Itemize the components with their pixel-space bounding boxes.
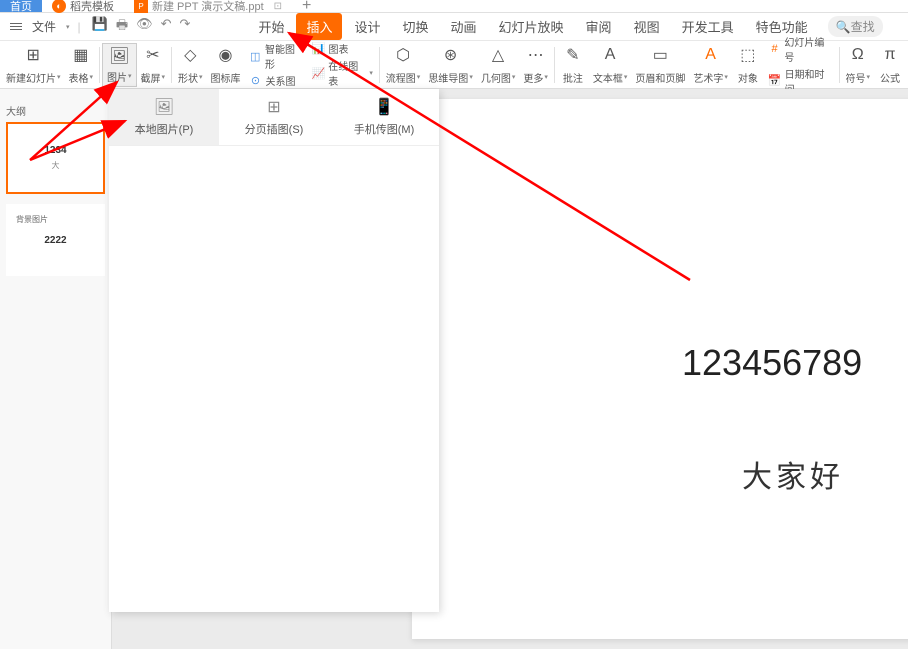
ribbon-relation[interactable]: ⊙关系图 [249,73,304,88]
ppt-icon: P [134,0,148,13]
table-icon: ▦ [69,45,93,65]
slide-thumb-1[interactable]: 1234 大 [6,122,105,194]
ribbon-smartart[interactable]: ◫智能图形 [249,41,304,71]
ribbon-more[interactable]: ⋯ 更多▾ [519,43,552,87]
menu-tab-transition[interactable]: 切换 [393,13,439,40]
outline-label[interactable]: 大纲 [6,99,105,122]
tab-file[interactable]: P 新建 PPT 演示文稿.ppt ⊡ [124,0,292,12]
object-icon: ⬚ [736,45,760,65]
tab-bar: 首页 ◐ 稻壳模板 P 新建 PPT 演示文稿.ppt ⊡ + [0,0,908,13]
ribbon-geometry[interactable]: △ 几何图▾ [477,43,520,87]
slide-title-text[interactable]: 123456789 [682,342,862,384]
redo-icon[interactable]: ↷ [180,16,191,38]
ribbon-new-slide[interactable]: ⊞ 新建幻灯片▾ [2,43,65,87]
dropdown-page-illustration[interactable]: ⊞ 分页插图(S) [219,89,329,145]
ribbon-image[interactable]: 🖼 图片▾ [102,43,137,87]
tab-close-icon[interactable]: ⊡ [274,1,282,12]
shapes-icon: ◇ [178,45,202,65]
menu-tab-slideshow[interactable]: 幻灯片放映 [489,13,574,40]
ribbon-comment[interactable]: ✎ 批注 [557,43,589,87]
slide-panel: 大纲 1234 大 2222 背景图片 [0,89,112,649]
ribbon-mindmap[interactable]: ⊛ 思维导图▾ [424,43,477,87]
slide-thumb-2[interactable]: 2222 背景图片 [6,204,105,276]
image-dropdown: 🖼 本地图片(P) ⊞ 分页插图(S) 📱 手机传图(M) [109,89,439,612]
ribbon-symbol[interactable]: Ω 符号▾ [842,43,875,87]
menu-tab-animation[interactable]: 动画 [441,13,487,40]
dropdown-phone-image[interactable]: 📱 手机传图(M) [329,89,439,145]
symbol-icon: Ω [846,45,870,65]
ribbon-table[interactable]: ▦ 表格▾ [65,43,98,87]
ribbon-wordart[interactable]: A 艺术字▾ [689,43,732,87]
new-slide-icon: ⊞ [21,45,45,65]
save-icon[interactable]: 💾 [92,16,108,38]
print-icon[interactable]: 🖶 [116,16,128,38]
docker-icon: ◐ [52,0,66,13]
slide-canvas[interactable]: 123456789 大家好 [412,99,908,639]
hamburger-icon[interactable] [5,23,27,30]
page-illustration-icon: ⊞ [260,97,288,117]
ribbon-shapes[interactable]: ◇ 形状▾ [174,43,207,87]
ribbon-flowchart[interactable]: ⬡ 流程图▾ [382,43,425,87]
menu-tabs: 开始 插入 设计 切换 动画 幻灯片放映 审阅 视图 开发工具 特色功能 [248,13,817,40]
ribbon-icons[interactable]: ◉ 图标库 [207,43,245,87]
ribbon-header-footer[interactable]: ▭ 页眉和页脚 [631,43,689,87]
comment-icon: ✎ [561,45,585,65]
undo-icon[interactable]: ↶ [161,16,172,38]
phone-image-icon: 📱 [370,97,398,117]
local-image-icon: 🖼 [150,97,178,117]
ribbon-object[interactable]: ⬚ 对象 [732,43,764,87]
flowchart-icon: ⬡ [391,45,415,65]
menu-tab-design[interactable]: 设计 [344,13,390,40]
iconlib-icon: ◉ [214,45,238,65]
search-icon: 🔍 [836,20,851,34]
more-icon: ⋯ [524,45,548,65]
menu-tab-view[interactable]: 视图 [624,13,670,40]
file-dropdown-icon[interactable]: ▾ [66,23,70,31]
screenshot-icon: ✂ [141,45,165,65]
menu-tab-insert[interactable]: 插入 [296,13,342,40]
ribbon: ⊞ 新建幻灯片▾ ▦ 表格▾ 🖼 图片▾ ✂ 截屏▾ ◇ 形状▾ ◉ 图标库 ◫… [0,41,908,89]
headerfooter-icon: ▭ [648,45,672,65]
slide-subtitle-text[interactable]: 大家好 [742,452,844,496]
menu-file[interactable]: 文件 [32,18,56,35]
menu-tab-review[interactable]: 审阅 [576,13,622,40]
preview-icon[interactable]: 👁 [136,16,153,38]
tab-home[interactable]: 首页 [0,0,42,12]
textbox-icon: A [598,45,622,65]
menu-tab-dev[interactable]: 开发工具 [672,13,744,40]
ribbon-textbox[interactable]: A 文本框▾ [589,43,632,87]
wordart-icon: A [699,45,723,65]
ribbon-screenshot[interactable]: ✂ 截屏▾ [137,43,170,87]
ribbon-online-chart[interactable]: 📈在线图表▾ [312,58,373,88]
dropdown-body [109,146,439,612]
ribbon-equation[interactable]: π 公式 [874,43,906,87]
dropdown-local-image[interactable]: 🖼 本地图片(P) [109,89,219,145]
equation-icon: π [878,45,902,65]
geometry-icon: △ [486,45,510,65]
tab-docker[interactable]: ◐ 稻壳模板 [42,0,124,12]
ribbon-slide-number[interactable]: #幻灯片编号 [768,34,833,64]
mindmap-icon: ⊛ [439,45,463,65]
menu-tab-start[interactable]: 开始 [248,13,294,40]
image-icon: 🖼 [107,46,131,66]
ribbon-chart[interactable]: 📊图表 [312,41,373,56]
